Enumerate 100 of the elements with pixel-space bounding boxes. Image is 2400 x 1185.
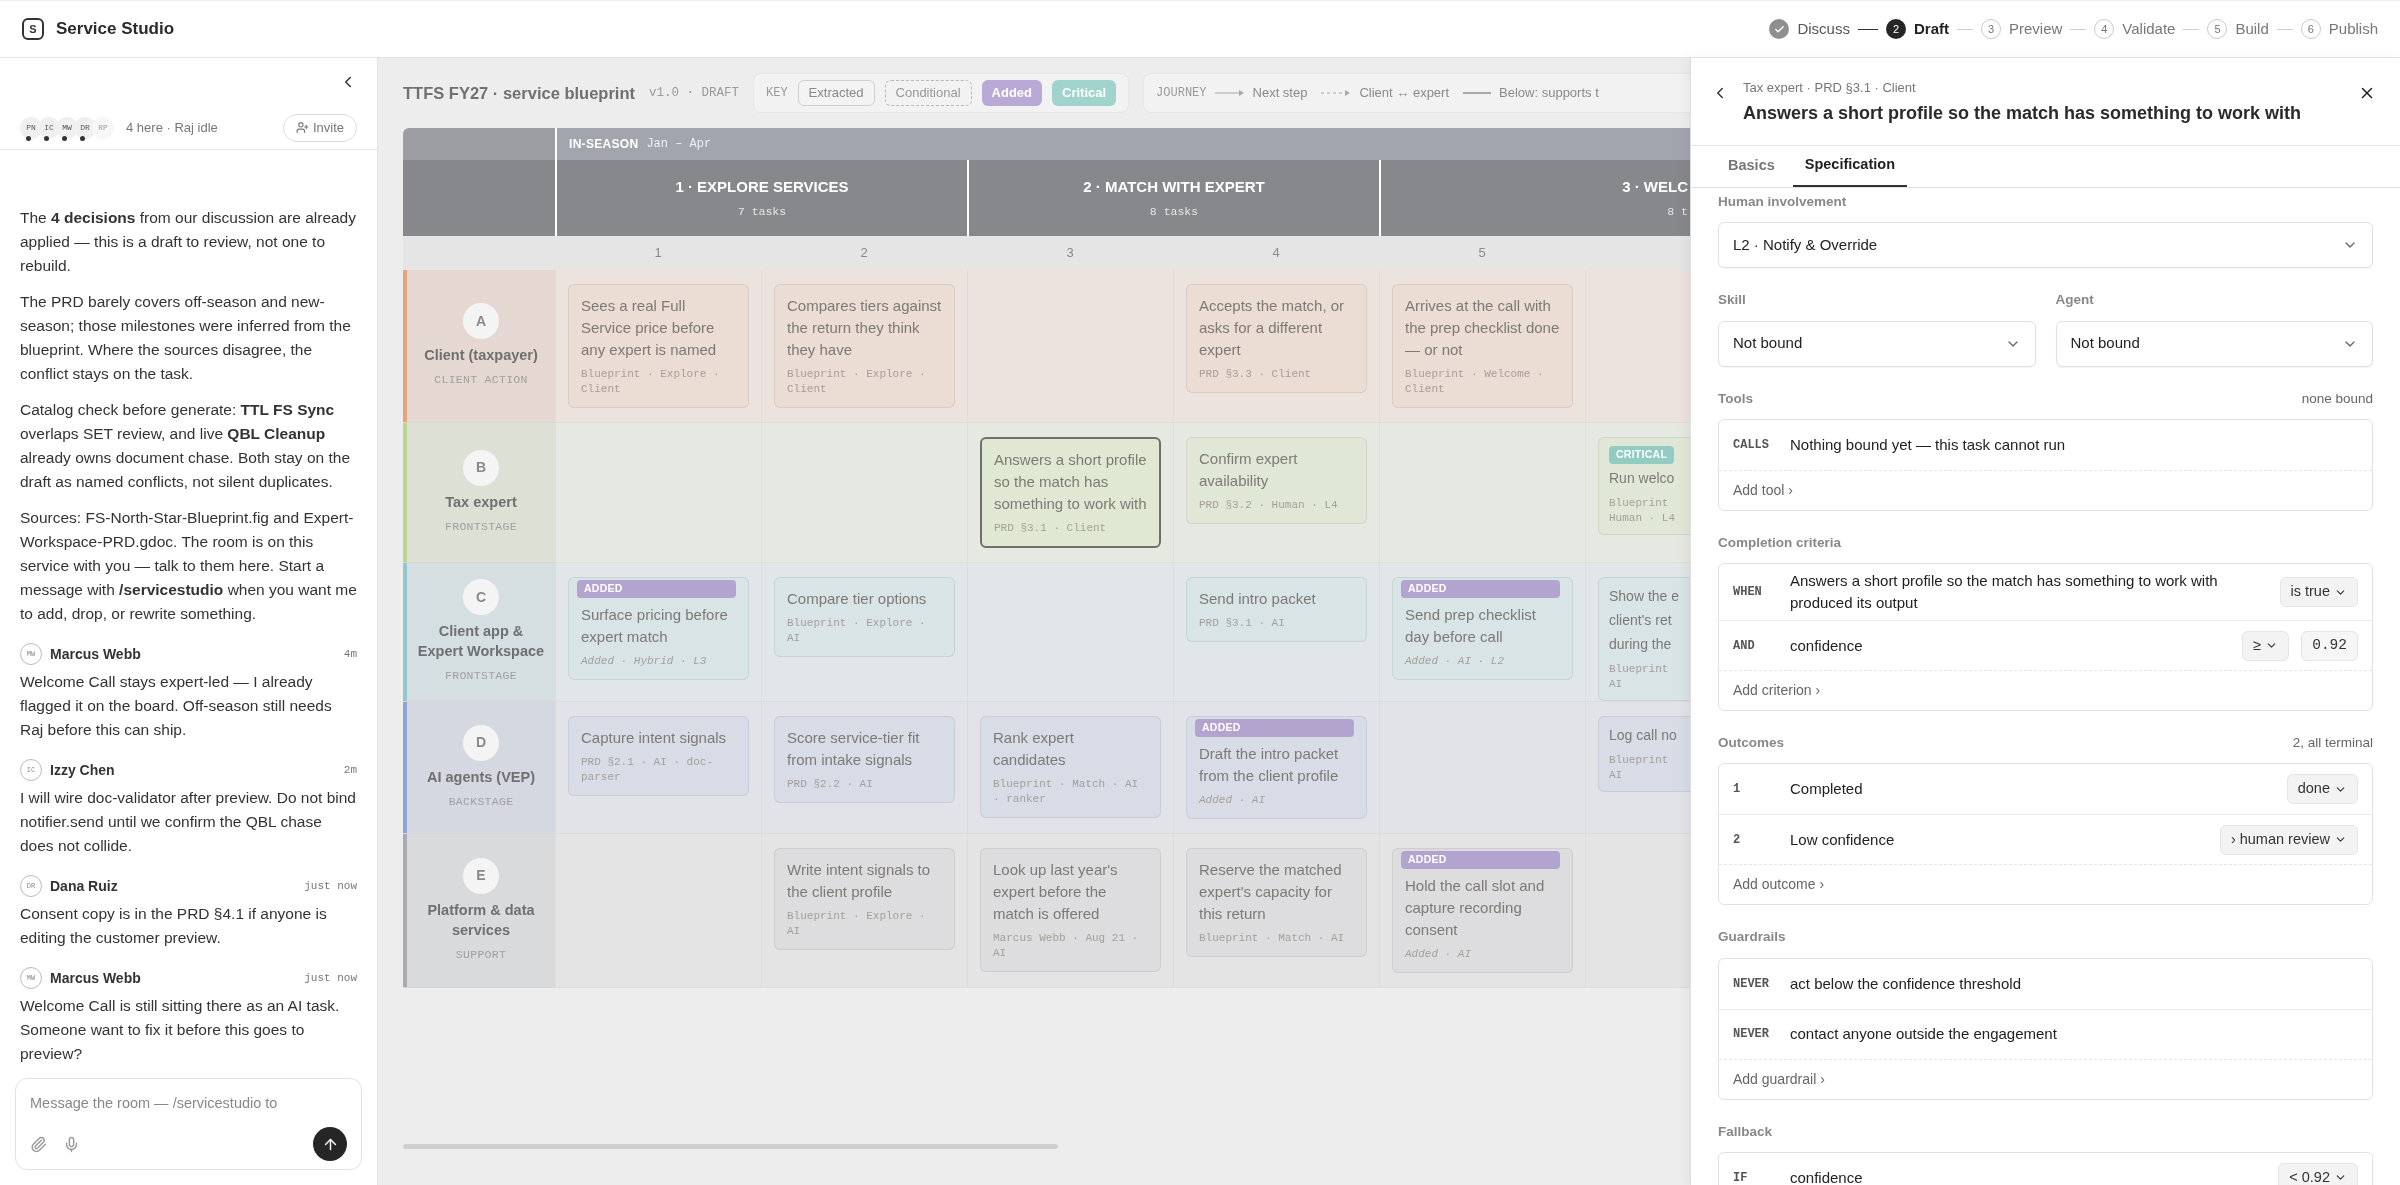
operator-dropdown[interactable]: done [2286,774,2358,805]
step-label[interactable]: Publish [2328,17,2378,41]
task-card[interactable]: Score service-tier fit from intake signals PRD §2.2 · AI [774,716,955,803]
task-text: Look up last year's expert before the match is offered [993,860,1119,924]
step-label[interactable]: Draft [1913,17,1949,41]
task-card[interactable]: Compares tiers against the return they think they have Blueprint · Explore · Client [774,284,955,408]
task-card[interactable]: ADDED Send prep checklist day before call Added · AI · L2 [1392,577,1573,680]
step-label[interactable]: Validate [2122,17,2176,41]
chat-message: I will wire doc-validator after preview. Do not bind notifier.send until we confirm the QBL chase does not collide. [20,788,357,856]
phase-title: 1 · EXPLORE SERVICES [675,177,849,198]
tab[interactable]: Basics [1716,145,1787,187]
add-link[interactable]: Add tool › [1733,479,1793,501]
assistant-message: The 4 decisions from our discussion are already applied — this is a draft to review, not one to rebuild. [20,208,357,276]
task-meta: Blueprint · Explore · AI [787,616,927,646]
microphone-icon[interactable] [63,1135,80,1153]
task-card[interactable]: Compare tier options Blueprint · Explore · AI [774,577,955,657]
task-card[interactable]: ADDED Surface pricing before expert match Added · Hybrid · L3 [568,577,749,680]
task-card[interactable]: Confirm expert availability PRD §3.2 · Human · L4 [1186,437,1367,524]
task-text: Write intent signals to the client profile [787,860,932,902]
task-meta: PRD §3.1 · AI [1199,616,1286,631]
task-card[interactable]: Send intro packet PRD §3.1 · AI [1186,577,1367,642]
tab[interactable]: Specification [1792,145,1907,187]
operator-dropdown[interactable]: is true [2279,577,2358,607]
lane-layer: FRONTSTAGE [445,668,517,685]
task-card[interactable]: Rank expert candidates Blueprint · Match · AI · ranker [980,716,1161,818]
add-link[interactable]: Add outcome › [1733,874,1825,896]
task-meta: AI [1609,768,1624,783]
task-text: client's ret [1609,611,1673,630]
task-meta: Added · Hybrid · L3 [581,654,708,669]
task-card[interactable]: Accepts the match, or asks for a different expert PRD §3.3 · Client [1186,284,1367,393]
step-indicator: 2 [1885,19,1906,39]
app-logo: S [22,18,44,40]
operator-dropdown[interactable]: < 0.92 [2278,1162,2358,1185]
message-input[interactable]: Message the room — /servicestudio to [30,1093,347,1115]
operator-dropdown[interactable]: › human review [2219,824,2358,855]
add-link[interactable]: Add criterion › [1733,680,1821,701]
dashed-arrow-icon [1321,89,1352,97]
section-label: Completion criteria [1718,533,1842,552]
horizontal-scrollbar[interactable] [403,1144,1058,1149]
task-meta: Blueprint · Explore · Client [787,367,927,397]
task-badge: ADDED [1401,851,1560,869]
task-card[interactable]: Show the e client's ret during the Blueprint AI [1598,577,1690,701]
row-keyword: NEVER [1733,975,1770,993]
task-meta: Added · AI · L2 [1405,654,1506,669]
task-card[interactable]: Write intent signals to the client profile Blueprint · Explore · AI [774,848,955,950]
row-text: Low confidence [1790,829,1896,850]
skill-select[interactable]: Not bound [1718,320,2036,367]
task-meta: Marcus Webb · Aug 21 · AI [993,931,1140,961]
section-label: Outcomes [1718,734,1785,752]
legend-chip: Added [981,80,1043,106]
task-card[interactable]: Sees a real Full Service price before any expert is named Blueprint · Explore · Client [568,284,749,408]
attach-icon[interactable] [30,1135,47,1153]
season-months: Jan – Apr [646,136,712,153]
task-card[interactable]: Arrives at the call with the prep checklist done — or not Blueprint · Welcome · Client [1392,284,1573,408]
task-card[interactable]: CRITICAL Run welco Blueprint Human · L4 [1598,437,1690,535]
legend-label: KEY [766,85,788,102]
step-label[interactable]: Build [2235,17,2269,41]
section-label: Fallback [1718,1122,1773,1141]
lane-name: Platform & data services [426,900,536,940]
row-text: act below the confidence threshold [1790,973,2022,994]
lane-letter: C [463,579,499,616]
task-count: 7 tasks [737,203,787,220]
threshold-field[interactable]: 0.92 [2301,630,2358,661]
column-number: 4 [1272,244,1280,263]
task-text: Hold the call slot and capture recording consent [1405,876,1546,940]
chat-message: Consent copy is in the PRD §4.1 if anyone is editing the customer preview. [20,904,328,948]
row-text: Completed [1790,779,1864,800]
step-label[interactable]: Discuss [1797,17,1850,41]
task-card[interactable]: Answers a short profile so the match has something to work with PRD §3.1 · Client [980,437,1161,548]
involvement-select[interactable]: L2 · Notify & Override [1718,222,2373,269]
task-card[interactable]: ADDED Draft the intro packet from the client profile Added · AI [1186,716,1367,819]
task-card[interactable]: Capture intent signals PRD §2.1 · AI · doc-parser [568,716,749,796]
row-keyword: AND [1733,637,1756,655]
author-name: Marcus Webb [50,969,142,988]
user-avatar: IC [38,116,60,139]
task-text: Draft the intro packet from the client profile [1199,744,1340,786]
task-card[interactable]: Log call no Blueprint AI [1598,716,1690,792]
task-meta: PRD §3.1 · Client [994,521,1108,536]
task-card[interactable]: Reserve the matched expert's capacity for this return Blueprint · Match · AI [1186,848,1367,957]
agent-select[interactable]: Not bound [2055,320,2373,367]
solid-arrow-icon [1214,89,1245,97]
line-icon [1463,92,1492,94]
row-text: confidence [1790,635,1864,656]
send-button[interactable] [313,1127,347,1161]
season-name: IN-SEASON [569,136,639,153]
column-number: 5 [1478,244,1486,263]
step-label[interactable]: Preview [2009,17,2063,41]
task-text: Send intro packet [1199,589,1317,609]
user-avatar: PN [20,116,42,139]
add-link[interactable]: Add guardrail › [1733,1068,1825,1090]
task-card[interactable]: ADDED Hold the call slot and capture recording consent Added · AI [1392,848,1573,973]
operator-dropdown[interactable]: ≥ [2242,630,2290,661]
legend-chip: Critical [1052,80,1117,106]
task-text: during the [1609,635,1673,654]
column-number: 2 [860,244,868,263]
app-title: Service Studio [56,18,176,41]
chat-message: Welcome Call stays expert-led — I already flagged it on the board. Off-season still needs Raj before this can ship. [20,672,333,740]
lane-name: AI agents (VEP) [427,767,535,787]
phase-title: 2 · MATCH WITH EXPERT [1083,177,1265,198]
task-card[interactable]: Look up last year's expert before the match is offered Marcus Webb · Aug 21 · AI [980,848,1161,972]
